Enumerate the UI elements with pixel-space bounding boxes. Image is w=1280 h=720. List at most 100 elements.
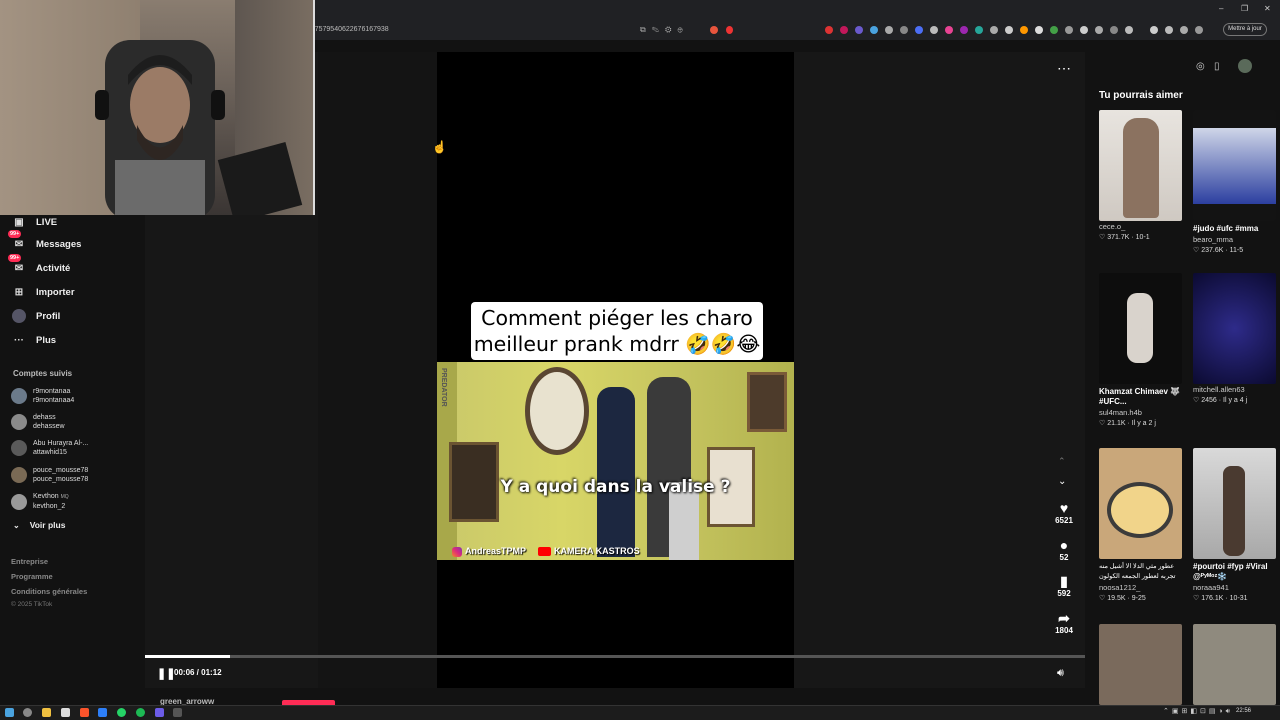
whatsapp-icon[interactable] [117, 708, 126, 717]
compass-icon[interactable]: ◎ [1196, 61, 1205, 72]
update-button[interactable]: Mettre à jour [1223, 23, 1267, 36]
recommendation-card[interactable]: #pourtoi #fyp #Viral @ᴾʸᴹᵒᶻ❄️ noraaa941 … [1193, 448, 1276, 602]
sidebar-item-activity[interactable]: ✉ 99+ Activité [8, 254, 70, 275]
extensions-bar[interactable] [825, 25, 1205, 35]
share-icon: ➦ [1058, 610, 1070, 626]
more-options-icon[interactable]: ⋯ [1057, 60, 1071, 77]
close-icon[interactable]: ✕ [1264, 4, 1271, 13]
notepad-icon[interactable] [61, 708, 70, 717]
video-frame: PREDATOR [437, 362, 794, 560]
avatar [11, 388, 27, 404]
save-button[interactable]: ▮ 592 [1052, 573, 1076, 598]
rec-user: cece.o_ [1099, 222, 1126, 231]
user-avatar[interactable] [1238, 59, 1252, 73]
rec-likes: 19.5K [1107, 595, 1126, 602]
recommendation-card[interactable]: mitchell.allen63 ♡ 2456 · Il y a 4 j [1193, 273, 1276, 404]
notification-badge: 99+ [8, 230, 22, 238]
taskbar-clock: 22:56 [1236, 708, 1252, 714]
maximize-icon[interactable]: ❐ [1241, 4, 1248, 13]
heart-outline-icon: ♡ [1193, 397, 1200, 404]
minimize-icon[interactable]: – [1219, 4, 1223, 13]
next-video-icon[interactable]: ⌄ [1058, 476, 1066, 487]
sidebar-item-upload[interactable]: ⊞ Importer [12, 285, 75, 299]
recommendation-card[interactable]: Khamzat Chimaev 🐺 #UFC... sul4man.h4b ♡ … [1099, 273, 1182, 427]
streamer-figure [95, 40, 225, 215]
followed-account[interactable]: Kevthon MQ kevthon_2 [11, 492, 69, 511]
rec-likes: 176.1K [1201, 595, 1224, 602]
footer-link-business[interactable]: Entreprise [11, 557, 48, 566]
rec-date: 11-5 [1229, 247, 1244, 254]
account-tag: MQ [60, 494, 69, 500]
rec-user: mitchell.allen63 [1193, 385, 1245, 394]
rec-likes: 371.7K [1107, 234, 1130, 241]
heart-outline-icon: ♡ [1099, 595, 1106, 602]
see-more-label: Voir plus [29, 520, 66, 530]
recommendation-card[interactable]: #judo #ufc #mma bearo_mma ♡ 237.6K · 11-… [1193, 110, 1276, 254]
recommendation-card[interactable]: عطور مثي الدلا الا أشيل منه تجربه لعطور … [1099, 448, 1182, 602]
messages-icon: ✉ 99+ [8, 230, 24, 250]
brave-shield-icon[interactable] [710, 26, 718, 34]
system-tray[interactable]: ⌃▣⊞◧⊡▤◑🔊︎ [1163, 707, 1233, 716]
sidebar-item-messages[interactable]: ✉ 99+ Messages [8, 230, 82, 251]
share-count: 1804 [1055, 626, 1073, 635]
footer-link-program[interactable]: Programme [11, 572, 53, 581]
volume-icon[interactable]: 🔊︎ [1057, 667, 1064, 680]
rec-description: #judo #ufc #mma [1193, 224, 1259, 233]
notification-badge: 99+ [8, 254, 22, 262]
address-bar-icons[interactable]: ⧉✎⚙⊕ [640, 25, 689, 35]
comment-icon: ● [1059, 537, 1069, 553]
obs-icon[interactable] [173, 708, 182, 717]
rec-date: 9-25 [1131, 595, 1146, 602]
heart-icon: ♥ [1059, 500, 1069, 516]
search-icon[interactable] [23, 708, 32, 717]
chevron-down-icon: ⌄ [13, 520, 20, 530]
sidebar-item-label: Messages [36, 238, 82, 250]
share-button[interactable]: ➦ 1804 [1052, 610, 1076, 635]
time-display: 00:06 / 01:12 [174, 668, 222, 677]
instagram-credit: AndreasTPMP [465, 546, 527, 556]
recommendation-card[interactable]: cece.o_ ♡ 371.7K · 10-1 [1099, 110, 1182, 241]
sidebar-item-profile[interactable]: Profil [12, 309, 60, 323]
see-more-button[interactable]: ⌄ Voir plus [13, 520, 65, 530]
rec-date: Il y a 4 j [1223, 397, 1248, 404]
brave-icon[interactable] [80, 708, 89, 717]
sidebar-item-more[interactable]: ··· Plus [12, 333, 56, 347]
video-thumbnail [1099, 448, 1182, 559]
like-button[interactable]: ♥ 6521 [1052, 500, 1076, 525]
account-name: Kevthon [33, 493, 59, 500]
caption-line: meilleur prank mdrr 🤣🤣😂 [473, 332, 761, 356]
pause-icon[interactable]: ❚❚ [157, 667, 175, 680]
video-progress-bar[interactable] [145, 655, 1085, 658]
video-thumbnail[interactable] [1193, 624, 1276, 705]
followed-account[interactable]: dehass dehassew [11, 413, 65, 431]
player-side-panel [318, 52, 437, 688]
heart-outline-icon: ♡ [1099, 420, 1106, 427]
video-progress-fill [145, 655, 230, 658]
start-icon[interactable] [5, 708, 14, 717]
avatar [11, 493, 27, 510]
file-explorer-icon[interactable] [42, 708, 51, 717]
account-handle: dehassew [33, 423, 65, 430]
rec-user: noosa1212_ [1099, 583, 1141, 592]
sidebar-item-live[interactable]: ▣ LIVE [12, 215, 57, 229]
rec-date: 10-31 [1229, 595, 1248, 602]
app-icon[interactable] [98, 708, 107, 717]
video-thumbnail [1193, 110, 1276, 221]
more-icon: ··· [14, 334, 24, 346]
spotify-icon[interactable] [136, 708, 145, 717]
followed-account[interactable]: pouce_mousse78 pouce_mousse78 [11, 466, 88, 484]
previous-video-icon[interactable]: ⌃ [1058, 456, 1066, 467]
comment-button[interactable]: ● 52 [1052, 537, 1076, 562]
discord-icon[interactable] [155, 708, 164, 717]
footer-link-terms[interactable]: Conditions générales [11, 587, 87, 596]
followed-account[interactable]: Abu Hurayra Al-... attawhid15 [11, 439, 88, 457]
rewards-icon[interactable] [726, 26, 733, 34]
webcam-overlay [0, 0, 315, 215]
followed-account[interactable]: r9montanaa r9montanaa4 [11, 387, 74, 405]
rec-user: noraaa941 [1193, 583, 1229, 592]
mobile-icon[interactable]: ▯ [1214, 61, 1220, 72]
video-caption-overlay: Comment piéger les charo meilleur prank … [471, 302, 763, 360]
mouse-cursor-icon: ☝ [432, 140, 447, 154]
rec-date: Il y a 2 j [1131, 420, 1156, 427]
video-thumbnail[interactable] [1099, 624, 1182, 705]
